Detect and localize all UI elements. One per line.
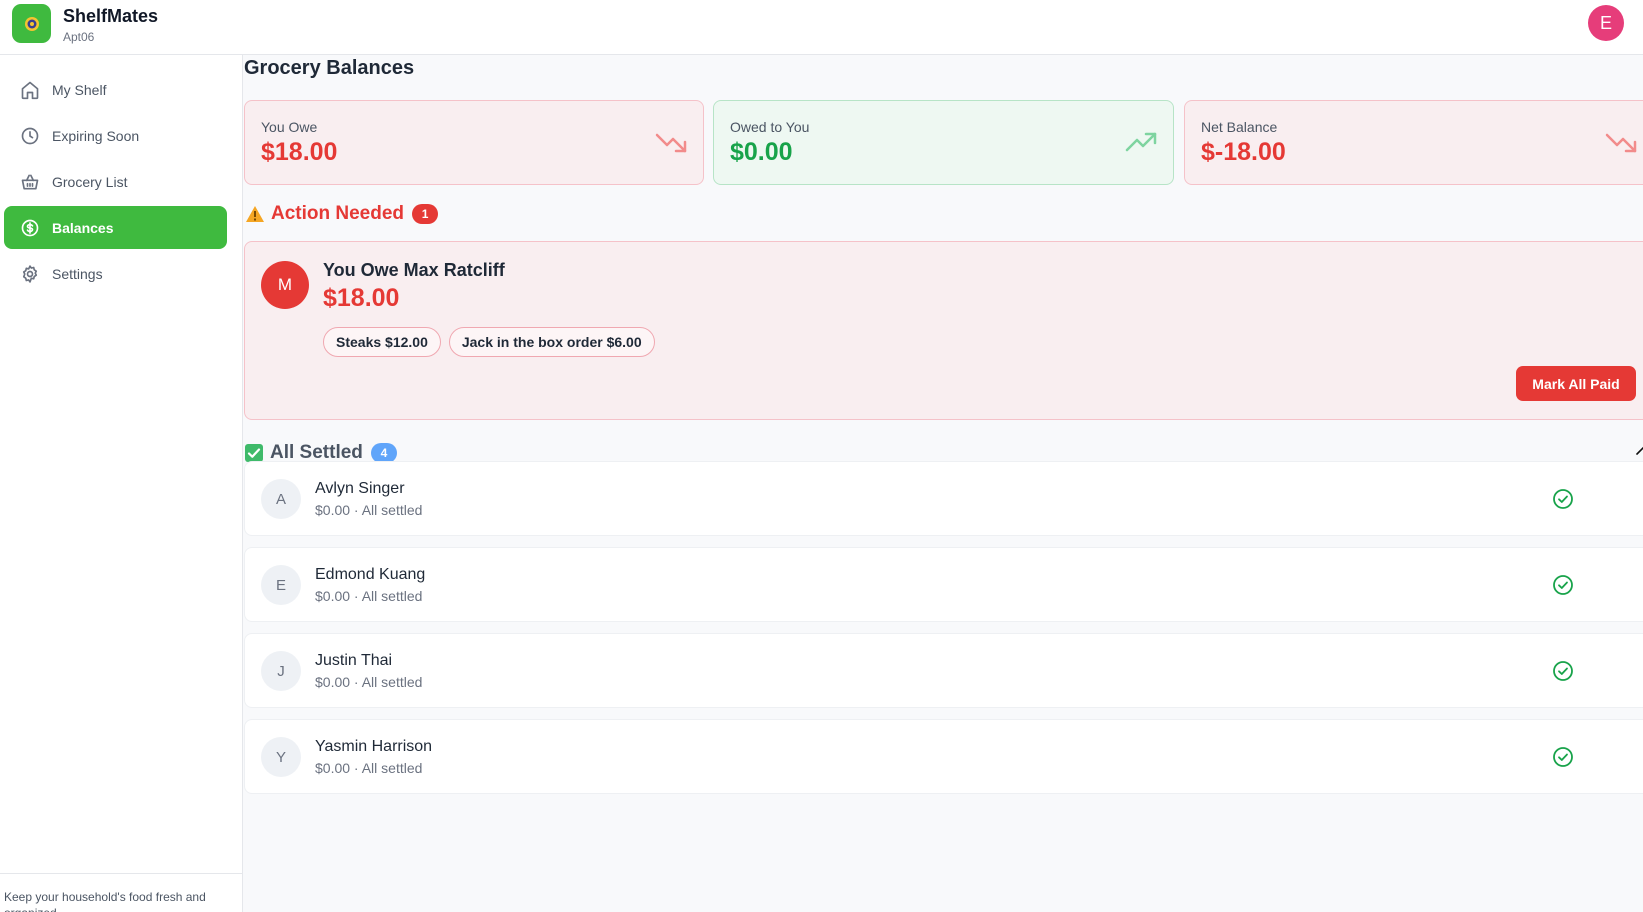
trending-down-icon [655, 133, 687, 153]
you-owe-card: You Owe $18.00 [244, 100, 704, 185]
avatar: M [261, 261, 309, 309]
check-circle-icon [1553, 575, 1573, 595]
sidebar-item-my-shelf[interactable]: My Shelf [4, 68, 227, 111]
action-title: You Owe Max Ratcliff [323, 260, 505, 280]
sidebar-item-expiring-soon[interactable]: Expiring Soon [4, 114, 227, 157]
clock-icon [21, 127, 39, 144]
checkbox-checked-icon [245, 444, 263, 462]
check-circle-icon [1553, 747, 1573, 767]
member-status: $0.00 · All settled [315, 588, 423, 604]
collapse-chevron-icon[interactable] [1636, 442, 1643, 460]
member-name: Justin Thai [315, 652, 393, 669]
sidebar-item-balances[interactable]: Balances [4, 206, 227, 249]
member-status: $0.00 · All settled [315, 502, 423, 518]
top-bar: ShelfMates Apt06 E [0, 0, 1643, 55]
expense-chip[interactable]: Steaks $12.00 [323, 327, 441, 357]
logo-icon [24, 16, 39, 31]
net-balance-value: $-18.00 [1201, 138, 1286, 166]
dollar-circle-icon [21, 219, 39, 236]
avatar: J [261, 651, 301, 691]
list-item[interactable]: E Edmond Kuang $0.00 · All settled [244, 547, 1643, 622]
household-name: Apt06 [63, 30, 95, 44]
home-icon [21, 81, 39, 99]
sidebar-item-label: Grocery List [52, 173, 128, 190]
sidebar-item-label: Expiring Soon [52, 127, 140, 144]
sidebar-item-grocery-list[interactable]: Grocery List [4, 160, 227, 203]
basket-icon [21, 174, 39, 189]
action-needed-header: Action Needed 1 [245, 203, 439, 225]
trending-up-icon [1125, 132, 1157, 152]
expense-chip[interactable]: Jack in the box order $6.00 [448, 327, 655, 357]
check-circle-icon [1553, 661, 1573, 681]
owed-to-you-card: Owed to You $0.00 [713, 100, 1174, 185]
member-name: Yasmin Harrison [315, 738, 433, 755]
you-owe-value: $18.00 [261, 138, 338, 166]
all-settled-count-badge: 4 [370, 443, 397, 463]
action-card: M You Owe Max Ratcliff $18.00 Steaks $12… [244, 241, 1643, 420]
sidebar-item-settings[interactable]: Settings [4, 252, 227, 295]
member-status: $0.00 · All settled [315, 760, 423, 776]
trending-down-icon [1605, 133, 1637, 153]
user-avatar[interactable]: E [1588, 5, 1624, 41]
member-name: Edmond Kuang [315, 566, 426, 583]
list-item[interactable]: A Avlyn Singer $0.00 · All settled [244, 461, 1643, 536]
app-logo[interactable] [12, 4, 51, 43]
member-status: $0.00 · All settled [315, 674, 423, 690]
main-content: Grocery Balances You Owe $18.00 Owed to … [243, 55, 1643, 912]
list-item[interactable]: Y Yasmin Harrison $0.00 · All settled [244, 719, 1643, 794]
expense-chips: Steaks $12.00 Jack in the box order $6.0… [323, 327, 655, 357]
gear-icon [22, 264, 38, 283]
owed-to-you-label: Owed to You [730, 119, 810, 135]
owed-to-you-value: $0.00 [730, 138, 793, 166]
warning-icon [246, 206, 264, 222]
mark-all-paid-button[interactable]: Mark All Paid [1516, 366, 1636, 401]
sidebar-item-label: My Shelf [52, 81, 107, 98]
member-name: Avlyn Singer [315, 480, 405, 497]
sidebar-item-label: Balances [52, 219, 114, 236]
page-title: Grocery Balances [244, 57, 415, 79]
net-balance-card: Net Balance $-18.00 [1184, 100, 1643, 185]
action-needed-count-badge: 1 [412, 204, 439, 224]
you-owe-label: You Owe [261, 119, 318, 135]
net-balance-label: Net Balance [1201, 119, 1278, 135]
app-name: ShelfMates [63, 6, 159, 26]
action-amount: $18.00 [323, 284, 400, 312]
avatar: A [261, 479, 301, 519]
sidebar-footer-text: Keep your household's food fresh and org… [0, 873, 242, 912]
check-circle-icon [1553, 489, 1573, 509]
avatar: Y [261, 737, 301, 777]
avatar: E [261, 565, 301, 605]
sidebar: My Shelf Expiring Soon Grocery List Bala… [0, 55, 243, 912]
sidebar-item-label: Settings [52, 265, 103, 282]
action-needed-label: Action Needed [271, 203, 405, 224]
list-item[interactable]: J Justin Thai $0.00 · All settled [244, 633, 1643, 708]
